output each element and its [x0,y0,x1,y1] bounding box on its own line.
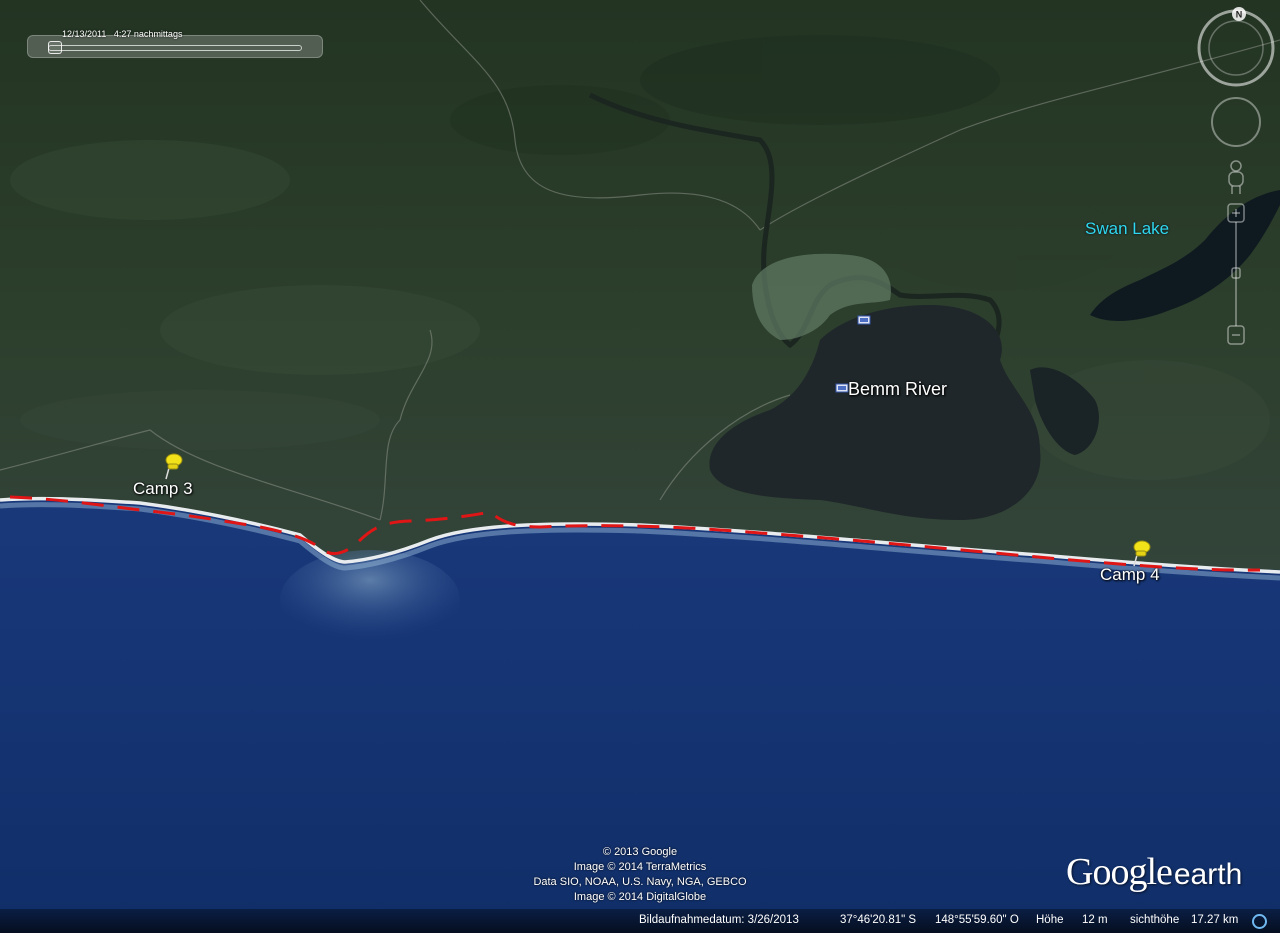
attribution-line: Image © 2014 TerraMetrics [573,861,707,873]
yellow-pushpin-icon[interactable] [160,450,186,480]
zoom-slider[interactable] [1227,203,1245,345]
town-flag-icon [857,315,871,325]
place-label-swan-lake[interactable]: Swan Lake [1085,219,1169,239]
logo-google: Google [1066,851,1173,893]
eye-altitude-value: 17.27 km [1191,914,1239,926]
time-slider-time: 4:27 nachmittags [113,29,183,39]
north-label: N [1236,10,1243,20]
placemark-camp-4[interactable]: Camp 4 [1100,565,1160,585]
navigation-controls[interactable]: N [1196,6,1276,351]
yellow-pushpin-icon[interactable] [1128,537,1154,567]
streaming-status-icon [1252,914,1267,929]
eye-altitude-label: sichthöhe [1130,914,1180,926]
attribution: © 2013 Google Image © 2014 TerraMetrics … [440,845,840,905]
time-slider-track[interactable] [48,45,302,51]
street-view-pegman-icon[interactable] [1228,160,1244,194]
attribution-line: Image © 2014 DigitalGlobe [573,891,707,903]
time-slider-label: 12/13/2011 4:27 nachmittags [62,29,182,39]
time-slider-handle[interactable] [48,41,62,54]
latitude: 37°46'20.81" S [840,914,917,926]
elevation-value: 12 m [1082,914,1108,926]
logo-earth: earth [1173,858,1243,891]
status-bar: Bildaufnahmedatum: 3/26/2013 37°46'20.81… [0,909,1280,933]
town-flag-icon [835,383,849,393]
satellite-map[interactable] [0,0,1280,933]
google-earth-logo: Googleearth [1066,850,1242,894]
time-slider-date: 12/13/2011 [62,29,107,39]
placemark-camp-3[interactable]: Camp 3 [133,479,193,499]
imagery-date: Bildaufnahmedatum: 3/26/2013 [639,914,799,926]
longitude: 148°55'59.60" O [935,914,1019,926]
place-label-bemm-river[interactable]: Bemm River [848,379,947,400]
time-slider[interactable]: 12/13/2011 4:27 nachmittags [27,29,323,58]
attribution-line: © 2013 Google [602,846,678,858]
look-joystick[interactable] [1211,97,1261,147]
attribution-line: Data SIO, NOAA, U.S. Navy, NGA, GEBCO [533,876,747,888]
elevation-label: Höhe [1036,914,1064,926]
